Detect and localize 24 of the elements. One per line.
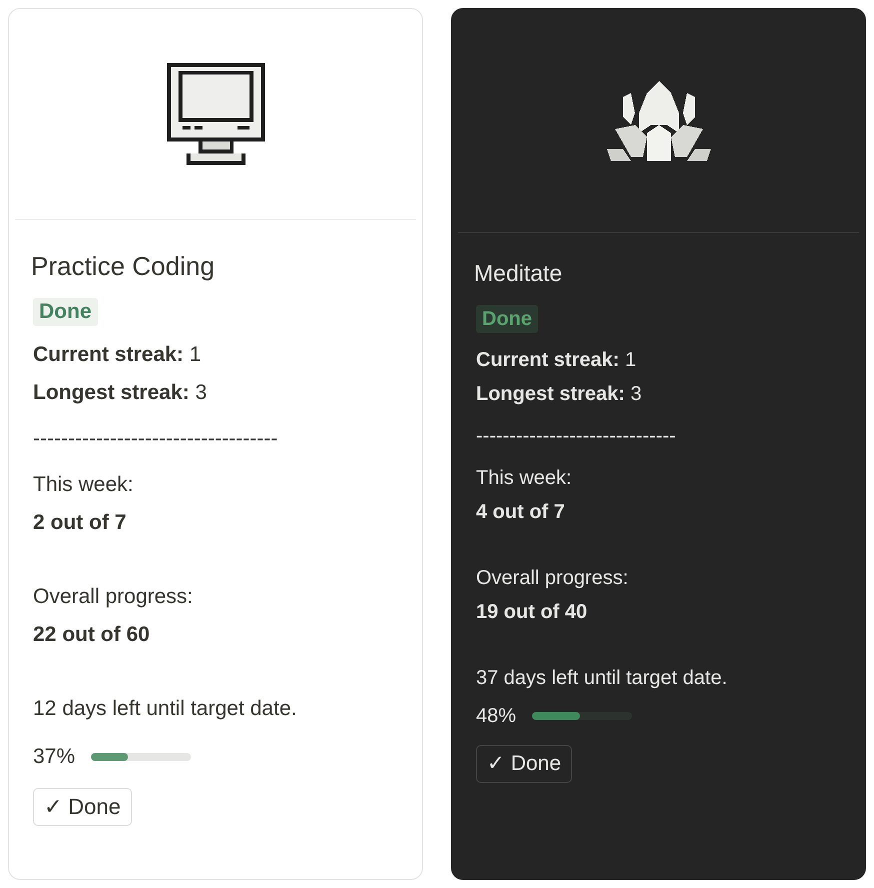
overall-value: 22 out of 60 xyxy=(33,622,150,648)
dashed-divider-text: ------------------------------ xyxy=(476,424,676,449)
dashed-divider-text: ----------------------------------- xyxy=(33,426,278,452)
week-value: 2 out of 7 xyxy=(33,510,126,536)
week-label: This week: xyxy=(476,466,572,491)
week-label: This week: xyxy=(33,472,134,498)
overall-label: Overall progress: xyxy=(33,584,193,610)
week-value: 4 out of 7 xyxy=(476,500,565,525)
progress-percent: 48% xyxy=(476,704,516,729)
current-streak: Current streak: 1 xyxy=(476,348,636,373)
overall-label: Overall progress: xyxy=(476,566,628,591)
overall-value: 19 out of 40 xyxy=(476,600,588,625)
status-tag: Done xyxy=(33,298,98,326)
done-button[interactable]: ✓ Done xyxy=(476,745,572,783)
days-left-text: 12 days left until target date. xyxy=(33,696,297,722)
habit-title: Meditate xyxy=(474,259,562,288)
progress-percent: 37% xyxy=(33,744,76,770)
done-button[interactable]: ✓ Done xyxy=(33,788,132,826)
longest-streak: Longest streak: 3 xyxy=(33,380,207,406)
status-tag: Done xyxy=(476,305,538,333)
habit-title: Practice Coding xyxy=(31,250,215,283)
current-streak: Current streak: 1 xyxy=(33,342,202,368)
days-left-text: 37 days left until target date. xyxy=(476,666,728,691)
longest-streak: Longest streak: 3 xyxy=(476,382,642,407)
